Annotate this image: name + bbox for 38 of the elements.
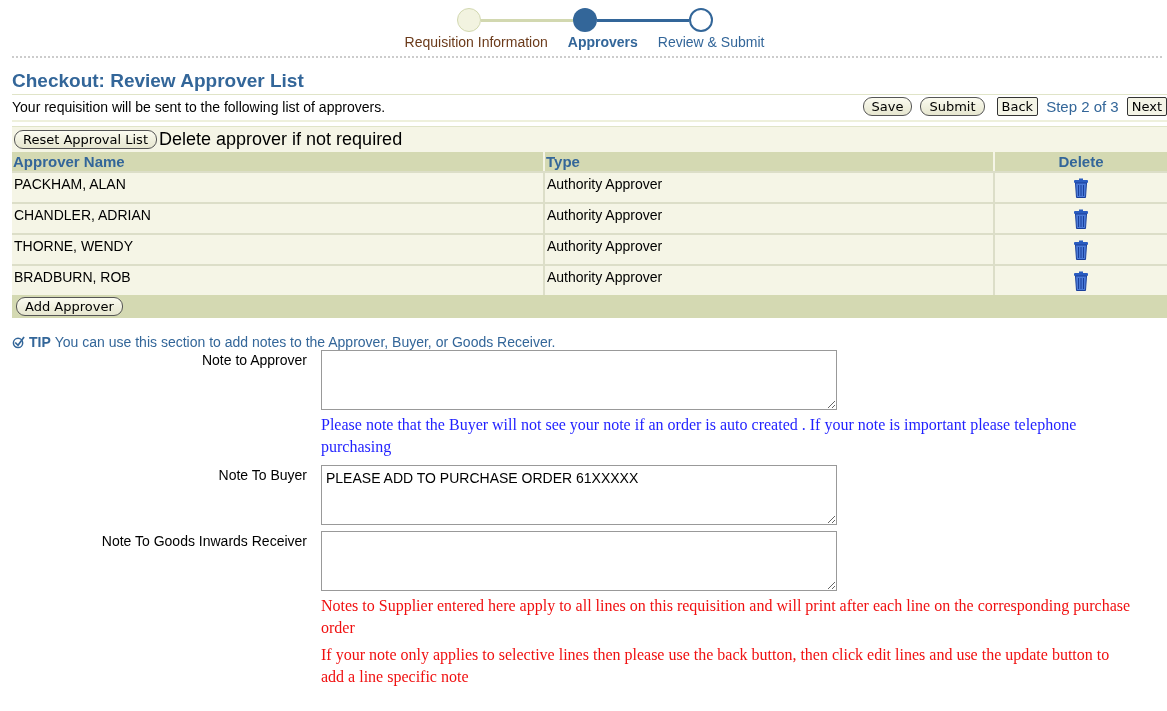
step-label[interactable]: Approvers	[567, 34, 638, 50]
note-message: Please note that the Buyer will not see your note if an order is auto created . If your note is important please telephone purchasing	[321, 415, 1078, 458]
back-button[interactable]: Back	[996, 97, 1039, 116]
field-label: Note To Buyer	[217, 465, 307, 485]
column-header: Type	[545, 152, 995, 171]
reset-button[interactable]: Reset Approval List	[14, 130, 157, 149]
hint-text: Delete approver if not required	[159, 129, 403, 150]
note-message: If your note only applies to selective lines then please use the back button, then click edit lines and use the update button to add a line specific note	[321, 644, 1111, 688]
note-field[interactable]	[321, 530, 837, 591]
table-cell: CHANDLER, ADRIAN	[12, 202, 545, 233]
table-cell: Authority Approver	[545, 233, 995, 264]
intro-text: Your requisition will be sent to the following list of approvers.	[12, 98, 386, 115]
field-label: Note to Approver	[200, 351, 307, 370]
next-button[interactable]: Next	[1126, 97, 1167, 116]
action-button[interactable]: Save	[862, 97, 913, 116]
trash-icon[interactable]	[1073, 209, 1089, 229]
step-label[interactable]: Review & Submit	[657, 34, 765, 50]
table-cell: THORNE, WENDY	[12, 233, 545, 264]
add-approver-button[interactable]: Add Approver	[16, 297, 123, 316]
table-cell: PACKHAM, ALAN	[12, 171, 545, 202]
table-cell: Authority Approver	[545, 171, 995, 202]
tip-label: TIP	[29, 334, 51, 350]
trash-icon[interactable]	[1073, 178, 1089, 198]
page-title: Checkout: Review Approver List	[12, 70, 1167, 95]
tip-text: You can use this section to add notes to the Approver, Buyer, or Goods Receiver.	[54, 334, 556, 350]
step-label[interactable]: Requisition Information	[404, 34, 548, 50]
note-message: Notes to Supplier entered here apply to all lines on this requisition and will print after each line on the corresponding purchase order	[321, 595, 1132, 639]
trash-icon[interactable]	[1073, 271, 1089, 291]
field-label: Note To Goods Inwards Receiver	[100, 531, 307, 551]
column-header: Delete	[995, 152, 1167, 171]
table-cell: Authority Approver	[545, 202, 995, 233]
action-button[interactable]: Submit	[920, 97, 985, 116]
step-indicator: Step 2 of 3	[1046, 98, 1119, 115]
note-field[interactable]	[321, 350, 837, 410]
note-field[interactable]: PLEASE ADD TO PURCHASE ORDER 61XXXXX	[321, 464, 837, 525]
checkmark-icon	[12, 335, 25, 349]
column-header: Approver Name	[12, 152, 545, 171]
trash-icon[interactable]	[1073, 240, 1089, 260]
